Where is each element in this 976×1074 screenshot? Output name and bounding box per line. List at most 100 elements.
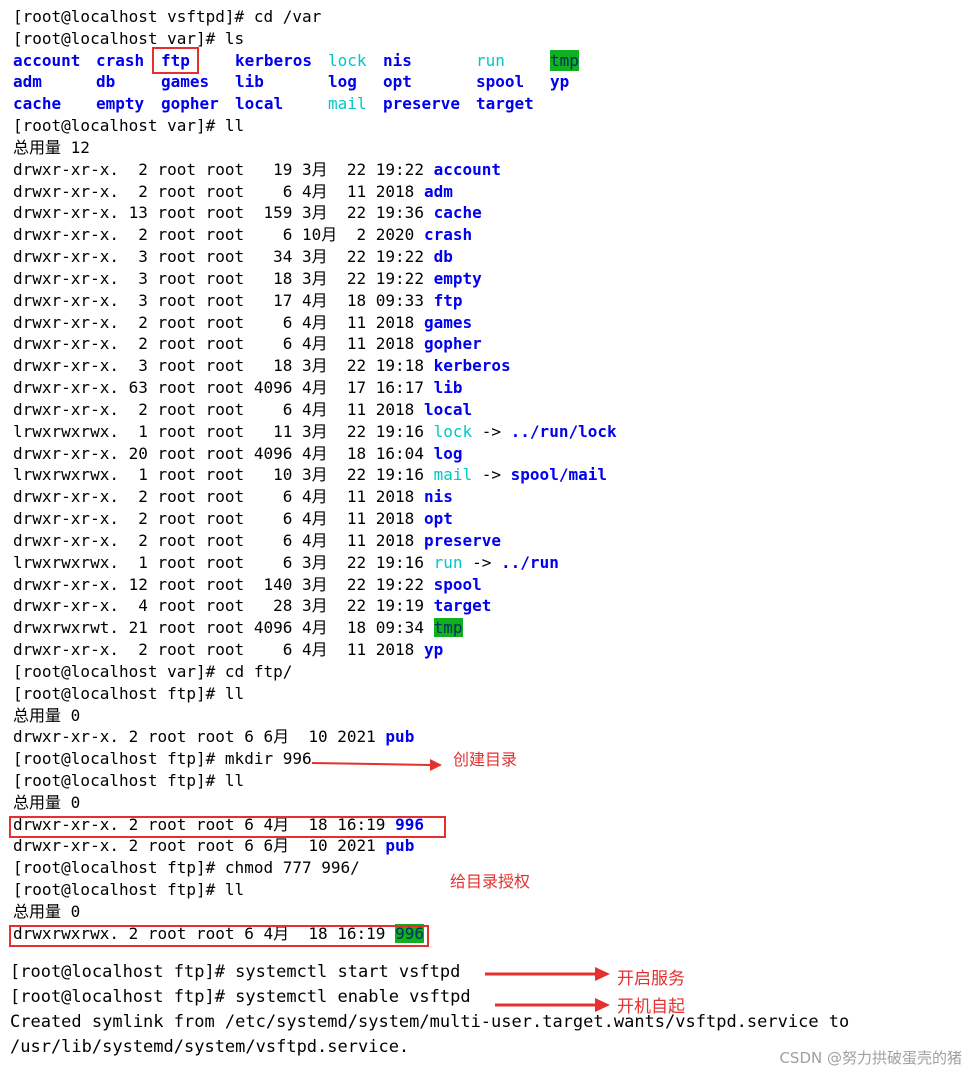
entry-name: yp <box>423 640 444 660</box>
table-row: drwxr-xr-x. 2 root root 6 4月 11 2018 gop… <box>13 333 968 355</box>
arrow-enable-icon <box>495 998 610 1012</box>
entry-name: db <box>433 247 453 267</box>
service-commands: [root@localhost ftp]# systemctl start vs… <box>10 960 849 1060</box>
table-row: drwxr-xr-x. 12 root root 140 3月 22 19:22… <box>13 574 968 596</box>
entry-meta: drwxr-xr-x. 3 root root 17 4月 18 09:33 <box>13 290 434 310</box>
ls-entry: cache <box>13 94 62 114</box>
table-row: drwxr-xr-x. 2 root root 6 4月 11 2018 pre… <box>13 530 968 552</box>
table-row: drwxr-xr-x. 63 root root 4096 4月 17 16:1… <box>13 377 968 399</box>
table-row: lrwxrwxrwx. 1 root root 11 3月 22 19:16 l… <box>13 421 968 443</box>
entry-meta: drwxr-xr-x. 2 root root 6 4月 11 2018 <box>13 487 424 507</box>
table-row: drwxr-xr-x. 2 root root 6 4月 11 2018 loc… <box>13 399 968 421</box>
table-row: drwxrwxrwt. 21 root root 4096 4月 18 09:3… <box>13 617 968 639</box>
ls-entry: nis <box>383 50 412 70</box>
table-row: lrwxrwxrwx. 1 root root 10 3月 22 19:16 m… <box>13 464 968 486</box>
entry-name: run <box>433 552 463 572</box>
ls-entry: lock <box>328 50 367 70</box>
output-line: /usr/lib/systemd/system/vsftpd.service. <box>10 1037 410 1057</box>
ls-entry: yp <box>550 72 570 92</box>
table-row: drwxr-xr-x. 2 root root 6 4月 11 2018 adm <box>13 181 968 203</box>
ls-entry: empty <box>96 94 145 114</box>
entry-name: target <box>433 596 492 616</box>
ls-entry: games <box>161 72 210 92</box>
entry-meta: lrwxrwxrwx. 1 root root 6 3月 22 19:16 <box>13 552 434 572</box>
ls-entry: log <box>328 72 357 92</box>
entry-meta: drwxr-xr-x. 12 root root 140 3月 22 19:22 <box>13 574 434 594</box>
entry-meta: drwxr-xr-x. 2 root root 6 4月 11 2018 <box>13 312 424 332</box>
ls-entry: preserve <box>383 94 461 114</box>
arrow-mkdir-icon <box>311 759 442 771</box>
ls-row: account crash ftp kerberos lock nis run tmp <box>13 46 968 75</box>
table-row: drwxr-xr-x. 3 root root 18 3月 22 19:18 k… <box>13 355 968 377</box>
entry-meta: drwxr-xr-x. 3 root root 34 3月 22 19:22 <box>13 247 434 267</box>
entry-meta: lrwxrwxrwx. 1 root root 11 3月 22 19:16 <box>13 421 434 441</box>
entry-meta: drwxr-xr-x. 2 root root 6 4月 11 2018 <box>13 640 424 660</box>
symlink-target: ../run <box>501 552 559 572</box>
entry-meta: drwxr-xr-x. 2 root root 6 4月 11 2018 <box>13 509 424 529</box>
command-line: [root@localhost ftp]# ll <box>13 683 245 703</box>
ll-output: drwxr-xr-x. 2 root root 19 3月 22 19:22 a… <box>13 159 968 661</box>
entry-meta: drwxr-xr-x. 3 root root 18 3月 22 19:18 <box>13 356 434 376</box>
entry-meta: drwxr-xr-x. 63 root root 4096 4月 17 16:1… <box>13 378 434 398</box>
entry-name: gopher <box>423 334 482 354</box>
entry-meta: drwxr-xr-x. 2 root root 6 4月 11 2018 <box>13 334 424 354</box>
ls-entry: lib <box>235 72 264 92</box>
entry-meta: drwxrwxrwt. 21 root root 4096 4月 18 09:3… <box>13 618 434 638</box>
ls-entry: ftp <box>152 46 199 75</box>
annotation-mkdir: 创建目录 <box>453 750 518 769</box>
annotation-start: 开启服务 <box>617 969 685 989</box>
entry-meta: drwxr-xr-x. 2 root root 6 10月 2 2020 <box>13 225 424 245</box>
list-item: drwxr-xr-x. 2 root root 6 6月 10 2021 pub <box>13 727 415 747</box>
command-line: [root@localhost var]# cd ftp/ <box>13 661 293 681</box>
ls-entry: account <box>13 50 81 70</box>
table-row: lrwxrwxrwx. 1 root root 6 3月 22 19:16 ru… <box>13 552 968 574</box>
table-row: drwxr-xr-x. 2 root root 6 4月 11 2018 opt <box>13 508 968 530</box>
entry-name: nis <box>423 487 453 507</box>
table-row: drwxr-xr-x. 4 root root 28 3月 22 19:19 t… <box>13 595 968 617</box>
symlink-target: ../run/lock <box>510 421 617 441</box>
entry-meta: drwxr-xr-x. 2 root root 6 4月 11 2018 <box>13 530 424 550</box>
entry-name: log <box>433 443 463 463</box>
total-line: 总用量 0 <box>13 792 81 812</box>
ls-entry: opt <box>383 72 412 92</box>
ls-entry: target <box>476 94 534 114</box>
entry-meta: drwxr-xr-x. 4 root root 28 3月 22 19:19 <box>13 596 434 616</box>
entry-name: cache <box>433 203 482 223</box>
highlight-box-996-chmod <box>9 925 429 947</box>
table-row: drwxr-xr-x. 3 root root 34 3月 22 19:22 d… <box>13 246 968 268</box>
ls-entry: run <box>476 50 505 70</box>
entry-meta: drwxr-xr-x. 2 root root 6 4月 11 2018 <box>13 399 424 419</box>
output-line: Created symlink from /etc/systemd/system… <box>10 1012 850 1032</box>
entry-meta: lrwxrwxrwx. 1 root root 10 3月 22 19:16 <box>13 465 434 485</box>
entry-name: ftp <box>433 290 463 310</box>
highlight-box-996 <box>9 816 446 838</box>
table-row: drwxr-xr-x. 3 root root 17 4月 18 09:33 f… <box>13 290 968 312</box>
list-item: drwxr-xr-x. 2 root root 6 6月 10 2021 pub <box>13 836 415 856</box>
command-line: [root@localhost var]# ls <box>13 28 245 48</box>
table-row: drwxr-xr-x. 2 root root 6 10月 2 2020 cra… <box>13 224 968 246</box>
ls-entry: mail <box>328 94 367 114</box>
ls-entry: tmp <box>550 49 579 72</box>
command-line: [root@localhost ftp]# systemctl enable v… <box>10 987 471 1007</box>
total-line: 总用量 0 <box>13 705 81 725</box>
entry-meta: drwxr-xr-x. 3 root root 18 3月 22 19:22 <box>13 268 434 288</box>
ls-row: cache empty gopher local mail preserve target <box>13 93 968 115</box>
table-row: drwxr-xr-x. 20 root root 4096 4月 18 16:0… <box>13 443 968 465</box>
entry-name: preserve <box>423 530 502 550</box>
annotation-enable: 开机自起 <box>617 997 685 1017</box>
ls-entry: local <box>235 94 284 114</box>
command-line: [root@localhost vsftpd]# cd /var <box>13 7 322 26</box>
ls-entry: kerberos <box>235 50 313 70</box>
ls-entry: gopher <box>161 94 219 114</box>
ls-entry: spool <box>476 72 525 92</box>
command-line: [root@localhost ftp]# ll <box>13 770 245 790</box>
entry-name: empty <box>433 268 482 288</box>
table-row: drwxr-xr-x. 13 root root 159 3月 22 19:36… <box>13 202 968 224</box>
table-row: drwxr-xr-x. 2 root root 6 4月 11 2018 yp <box>13 639 968 661</box>
total-line: 总用量 0 <box>13 901 81 921</box>
entry-meta: drwxr-xr-x. 20 root root 4096 4月 18 16:0… <box>13 443 434 463</box>
symlink-target: spool/mail <box>510 465 607 485</box>
ls-entry: crash <box>96 50 145 70</box>
entry-name: adm <box>423 181 453 201</box>
ls-output: account crash ftp kerberos lock nis run tmp adm d… <box>13 46 968 115</box>
